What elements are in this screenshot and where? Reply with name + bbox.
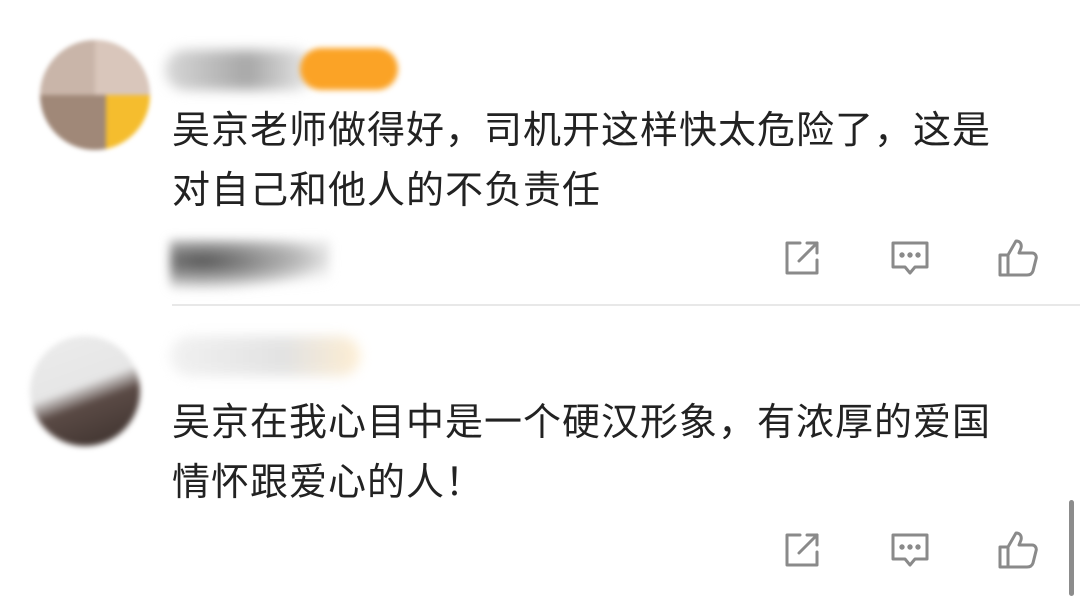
avatar[interactable] — [40, 40, 150, 150]
reply-button[interactable] — [888, 528, 932, 572]
comment-text-line-2: 情怀跟爱心的人！ — [172, 460, 485, 504]
comment-text-line-1: 吴京在我心目中是一个硬汉形象，有浓厚的爱国 — [172, 400, 992, 444]
comment-text: 吴京老师做得好，司机开这样快太危险了，这是 对自己和他人的不负责任 — [172, 100, 1052, 220]
comment-actions — [780, 236, 1040, 280]
thumbs-up-icon — [998, 531, 1038, 569]
comment-actions — [780, 528, 1040, 572]
timestamp-blurred — [170, 240, 330, 292]
username-blurred[interactable] — [165, 50, 315, 90]
scrollbar[interactable] — [1069, 500, 1074, 596]
comment-item: 吴京老师做得好，司机开这样快太危险了，这是 对自己和他人的不负责任 — [0, 0, 1080, 306]
thumbs-up-icon — [998, 239, 1038, 277]
comment-text-line-1: 吴京老师做得好，司机开这样快太危险了，这是 — [172, 108, 992, 152]
share-button[interactable] — [780, 528, 824, 572]
user-badge — [300, 48, 398, 90]
comment-item: 吴京在我心目中是一个硬汉形象，有浓厚的爱国 情怀跟爱心的人！ — [0, 306, 1080, 596]
username-blurred[interactable] — [170, 336, 360, 376]
comment-text: 吴京在我心目中是一个硬汉形象，有浓厚的爱国 情怀跟爱心的人！ — [172, 392, 1052, 512]
share-icon — [785, 241, 819, 275]
share-button[interactable] — [780, 236, 824, 280]
comment-text-line-2: 对自己和他人的不负责任 — [172, 168, 602, 212]
comment-icon — [891, 241, 929, 275]
comment-list: 吴京老师做得好，司机开这样快太危险了，这是 对自己和他人的不负责任 吴京在我心目… — [0, 0, 1080, 596]
comment-icon — [891, 533, 929, 567]
share-icon — [785, 533, 819, 567]
reply-button[interactable] — [888, 236, 932, 280]
like-button[interactable] — [996, 528, 1040, 572]
avatar[interactable] — [30, 336, 140, 446]
like-button[interactable] — [996, 236, 1040, 280]
